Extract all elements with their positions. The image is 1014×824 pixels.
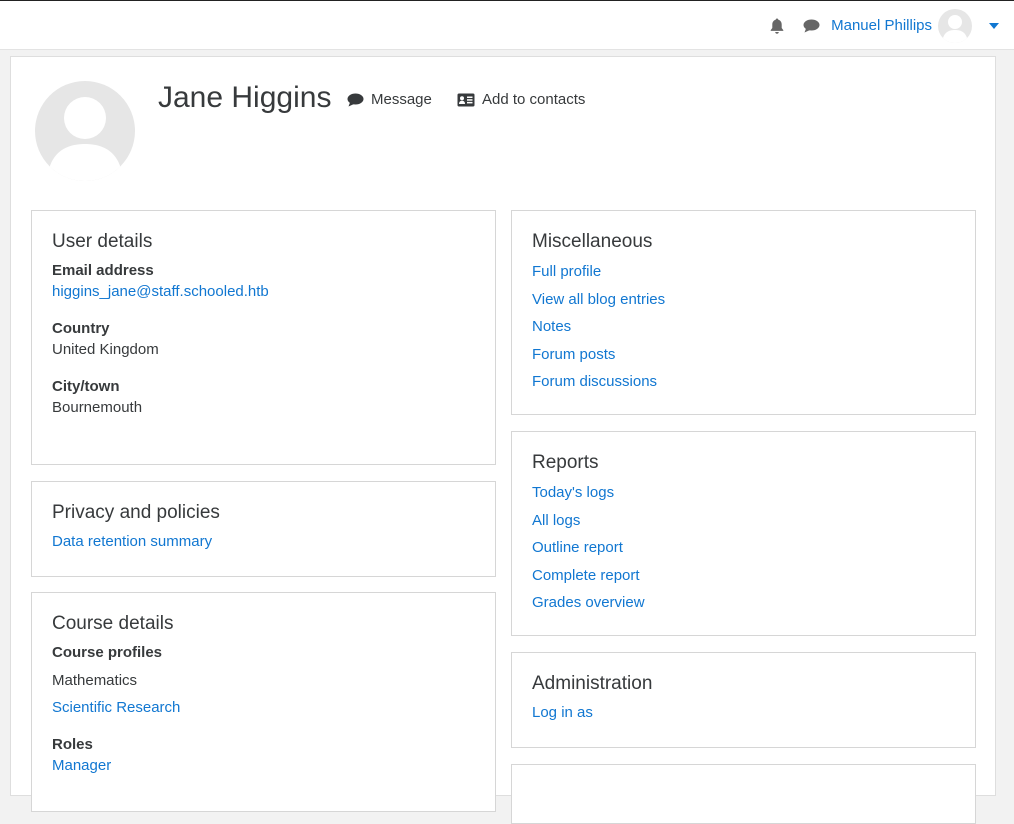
todays-logs-link[interactable]: Today's logs: [532, 479, 955, 507]
course-profiles-label: Course profiles: [52, 644, 163, 661]
full-profile-link[interactable]: Full profile: [532, 258, 955, 286]
forum-posts-link[interactable]: Forum posts: [532, 341, 955, 369]
country-value: United Kingdom: [52, 341, 159, 358]
city-value: Bournemouth: [52, 399, 143, 416]
profile-avatar: [35, 81, 135, 181]
message-label: Message: [371, 91, 432, 108]
course-details-card: Course details Course profiles Mathemati…: [31, 592, 496, 812]
chevron-down-icon[interactable]: [984, 16, 1004, 36]
blog-entries-link[interactable]: View all blog entries: [532, 286, 955, 314]
bell-icon[interactable]: [767, 16, 787, 36]
reports-title: Reports: [532, 452, 599, 473]
forum-discussions-link[interactable]: Forum discussions: [532, 368, 955, 396]
role-link[interactable]: Manager: [52, 757, 111, 774]
outline-report-link[interactable]: Outline report: [532, 534, 955, 562]
top-navbar: Manuel Phillips: [0, 0, 1014, 50]
miscellaneous-title: Miscellaneous: [532, 231, 653, 252]
city-label: City/town: [52, 378, 120, 395]
chat-bubble-icon: [347, 93, 364, 106]
course-details-title: Course details: [52, 613, 174, 634]
user-details-card: User details Email address higgins_jane@…: [31, 210, 496, 465]
reports-card: Reports Today's logs All logs Outline re…: [511, 431, 976, 636]
course-profile-link[interactable]: Scientific Research: [52, 699, 180, 716]
user-menu-area: Manuel Phillips: [767, 1, 1014, 50]
notes-link[interactable]: Notes: [532, 313, 955, 341]
address-card-icon: [457, 93, 475, 106]
administration-card: Administration Log in as: [511, 652, 976, 748]
message-button[interactable]: Message: [347, 91, 432, 108]
administration-title: Administration: [532, 673, 653, 694]
course-profile-item: Mathematics: [52, 672, 138, 689]
data-retention-link[interactable]: Data retention summary: [52, 533, 212, 550]
next-card: [511, 764, 976, 824]
email-label: Email address: [52, 262, 154, 279]
add-to-contacts-label: Add to contacts: [482, 91, 586, 108]
miscellaneous-card: Miscellaneous Full profile View all blog…: [511, 210, 976, 415]
user-name-link[interactable]: Manuel Phillips: [831, 17, 932, 34]
email-link[interactable]: higgins_jane@staff.schooled.htb: [52, 283, 269, 300]
add-to-contacts-button[interactable]: Add to contacts: [457, 91, 585, 108]
user-avatar[interactable]: [938, 8, 972, 43]
country-label: Country: [52, 320, 110, 337]
all-logs-link[interactable]: All logs: [532, 507, 955, 535]
privacy-title: Privacy and policies: [52, 502, 220, 523]
complete-report-link[interactable]: Complete report: [532, 562, 955, 590]
profile-name: Jane Higgins: [158, 81, 332, 114]
profile-page: Jane Higgins Message Add to contacts Use…: [10, 56, 996, 824]
chat-bubble-icon[interactable]: [801, 16, 821, 36]
roles-label: Roles: [52, 736, 93, 753]
user-details-title: User details: [52, 231, 153, 252]
privacy-card: Privacy and policies Data retention summ…: [31, 481, 496, 577]
log-in-as-link[interactable]: Log in as: [532, 704, 593, 721]
grades-overview-link[interactable]: Grades overview: [532, 589, 955, 617]
